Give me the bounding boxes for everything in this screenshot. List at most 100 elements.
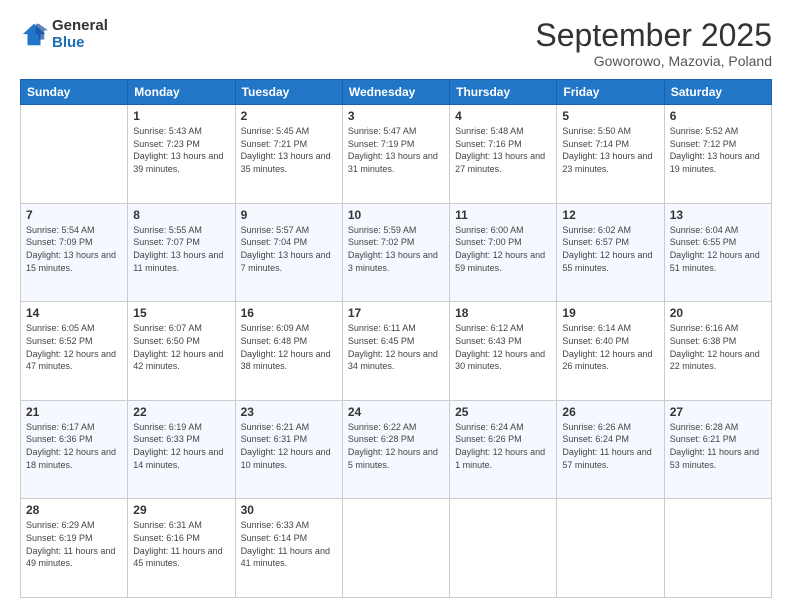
day-number: 26 (562, 405, 658, 419)
table-row: 19 Sunrise: 6:14 AMSunset: 6:40 PMDayligh… (557, 302, 664, 401)
table-row (21, 105, 128, 204)
day-info: Sunrise: 6:02 AMSunset: 6:57 PMDaylight:… (562, 224, 658, 274)
col-sunday: Sunday (21, 80, 128, 105)
day-number: 20 (670, 306, 766, 320)
table-row: 21 Sunrise: 6:17 AMSunset: 6:36 PMDayligh… (21, 400, 128, 499)
table-row: 12 Sunrise: 6:02 AMSunset: 6:57 PMDayligh… (557, 203, 664, 302)
col-tuesday: Tuesday (235, 80, 342, 105)
table-row: 22 Sunrise: 6:19 AMSunset: 6:33 PMDayligh… (128, 400, 235, 499)
header-row: Sunday Monday Tuesday Wednesday Thursday… (21, 80, 772, 105)
title-block: September 2025 Goworowo, Mazovia, Poland (535, 18, 772, 69)
logo-blue-label: Blue (52, 35, 108, 52)
calendar-week-row: 1 Sunrise: 5:43 AMSunset: 7:23 PMDaylight… (21, 105, 772, 204)
day-info: Sunrise: 6:00 AMSunset: 7:00 PMDaylight:… (455, 224, 551, 274)
table-row: 11 Sunrise: 6:00 AMSunset: 7:00 PMDayligh… (450, 203, 557, 302)
table-row: 24 Sunrise: 6:22 AMSunset: 6:28 PMDayligh… (342, 400, 449, 499)
table-row: 3 Sunrise: 5:47 AMSunset: 7:19 PMDaylight… (342, 105, 449, 204)
day-info: Sunrise: 6:22 AMSunset: 6:28 PMDaylight:… (348, 421, 444, 471)
table-row: 30 Sunrise: 6:33 AMSunset: 6:14 PMDayligh… (235, 499, 342, 598)
day-info: Sunrise: 6:16 AMSunset: 6:38 PMDaylight:… (670, 322, 766, 372)
table-row (342, 499, 449, 598)
table-row: 2 Sunrise: 5:45 AMSunset: 7:21 PMDaylight… (235, 105, 342, 204)
day-info: Sunrise: 5:59 AMSunset: 7:02 PMDaylight:… (348, 224, 444, 274)
day-number: 18 (455, 306, 551, 320)
day-info: Sunrise: 6:04 AMSunset: 6:55 PMDaylight:… (670, 224, 766, 274)
page: General Blue September 2025 Goworowo, Ma… (0, 0, 792, 612)
day-info: Sunrise: 6:11 AMSunset: 6:45 PMDaylight:… (348, 322, 444, 372)
logo-icon (20, 21, 48, 49)
calendar-location: Goworowo, Mazovia, Poland (535, 53, 772, 69)
table-row: 1 Sunrise: 5:43 AMSunset: 7:23 PMDaylight… (128, 105, 235, 204)
table-row: 5 Sunrise: 5:50 AMSunset: 7:14 PMDaylight… (557, 105, 664, 204)
day-info: Sunrise: 6:31 AMSunset: 6:16 PMDaylight:… (133, 519, 229, 569)
day-number: 4 (455, 109, 551, 123)
table-row: 28Sunrise: 6:29 AMSunset: 6:19 PMDayligh… (21, 499, 128, 598)
day-number: 24 (348, 405, 444, 419)
logo-text: General Blue (52, 18, 108, 51)
day-number: 3 (348, 109, 444, 123)
day-number: 30 (241, 503, 337, 517)
day-info: Sunrise: 6:21 AMSunset: 6:31 PMDaylight:… (241, 421, 337, 471)
day-number: 13 (670, 208, 766, 222)
day-number: 22 (133, 405, 229, 419)
day-info: Sunrise: 5:47 AMSunset: 7:19 PMDaylight:… (348, 125, 444, 175)
table-row (664, 499, 771, 598)
day-info: Sunrise: 5:45 AMSunset: 7:21 PMDaylight:… (241, 125, 337, 175)
table-row: 10 Sunrise: 5:59 AMSunset: 7:02 PMDayligh… (342, 203, 449, 302)
day-number: 15 (133, 306, 229, 320)
day-info: Sunrise: 6:33 AMSunset: 6:14 PMDaylight:… (241, 519, 337, 569)
table-row: 13 Sunrise: 6:04 AMSunset: 6:55 PMDayligh… (664, 203, 771, 302)
table-row: 18 Sunrise: 6:12 AMSunset: 6:43 PMDayligh… (450, 302, 557, 401)
table-row: 20 Sunrise: 6:16 AMSunset: 6:38 PMDayligh… (664, 302, 771, 401)
table-row: 4 Sunrise: 5:48 AMSunset: 7:16 PMDaylight… (450, 105, 557, 204)
table-row (557, 499, 664, 598)
day-info: Sunrise: 6:19 AMSunset: 6:33 PMDaylight:… (133, 421, 229, 471)
day-info: Sunrise: 6:09 AMSunset: 6:48 PMDaylight:… (241, 322, 337, 372)
day-info: Sunrise: 5:52 AMSunset: 7:12 PMDaylight:… (670, 125, 766, 175)
day-number: 2 (241, 109, 337, 123)
calendar-week-row: 21 Sunrise: 6:17 AMSunset: 6:36 PMDayligh… (21, 400, 772, 499)
table-row: 27Sunrise: 6:28 AMSunset: 6:21 PMDayligh… (664, 400, 771, 499)
day-info: Sunrise: 5:48 AMSunset: 7:16 PMDaylight:… (455, 125, 551, 175)
table-row: 14Sunrise: 6:05 AMSunset: 6:52 PMDayligh… (21, 302, 128, 401)
day-number: 11 (455, 208, 551, 222)
day-number: 1 (133, 109, 229, 123)
day-number: 5 (562, 109, 658, 123)
day-number: 7 (26, 208, 122, 222)
calendar-week-row: 7Sunrise: 5:54 AMSunset: 7:09 PMDaylight… (21, 203, 772, 302)
day-info: Sunrise: 5:57 AMSunset: 7:04 PMDaylight:… (241, 224, 337, 274)
table-row: 9Sunrise: 5:57 AMSunset: 7:04 PMDaylight… (235, 203, 342, 302)
day-number: 27 (670, 405, 766, 419)
table-row: 25Sunrise: 6:24 AMSunset: 6:26 PMDayligh… (450, 400, 557, 499)
table-row: 23 Sunrise: 6:21 AMSunset: 6:31 PMDayligh… (235, 400, 342, 499)
day-number: 19 (562, 306, 658, 320)
col-wednesday: Wednesday (342, 80, 449, 105)
table-row: 6 Sunrise: 5:52 AMSunset: 7:12 PMDaylight… (664, 105, 771, 204)
day-number: 12 (562, 208, 658, 222)
table-row: 26 Sunrise: 6:26 AMSunset: 6:24 PMDayligh… (557, 400, 664, 499)
col-saturday: Saturday (664, 80, 771, 105)
day-number: 23 (241, 405, 337, 419)
day-info: Sunrise: 5:55 AMSunset: 7:07 PMDaylight:… (133, 224, 229, 274)
day-info: Sunrise: 6:07 AMSunset: 6:50 PMDaylight:… (133, 322, 229, 372)
day-number: 28 (26, 503, 122, 517)
day-info: Sunrise: 6:12 AMSunset: 6:43 PMDaylight:… (455, 322, 551, 372)
calendar-week-row: 28Sunrise: 6:29 AMSunset: 6:19 PMDayligh… (21, 499, 772, 598)
day-number: 6 (670, 109, 766, 123)
table-row: 16 Sunrise: 6:09 AMSunset: 6:48 PMDayligh… (235, 302, 342, 401)
day-info: Sunrise: 5:50 AMSunset: 7:14 PMDaylight:… (562, 125, 658, 175)
day-number: 14 (26, 306, 122, 320)
day-info: Sunrise: 6:14 AMSunset: 6:40 PMDaylight:… (562, 322, 658, 372)
table-row: 8 Sunrise: 5:55 AMSunset: 7:07 PMDaylight… (128, 203, 235, 302)
day-info: Sunrise: 6:24 AMSunset: 6:26 PMDaylight:… (455, 421, 551, 471)
day-info: Sunrise: 5:43 AMSunset: 7:23 PMDaylight:… (133, 125, 229, 175)
table-row: 7Sunrise: 5:54 AMSunset: 7:09 PMDaylight… (21, 203, 128, 302)
logo: General Blue (20, 18, 108, 51)
day-number: 16 (241, 306, 337, 320)
calendar-table: Sunday Monday Tuesday Wednesday Thursday… (20, 79, 772, 598)
day-info: Sunrise: 6:26 AMSunset: 6:24 PMDaylight:… (562, 421, 658, 471)
day-info: Sunrise: 6:17 AMSunset: 6:36 PMDaylight:… (26, 421, 122, 471)
day-number: 8 (133, 208, 229, 222)
day-number: 10 (348, 208, 444, 222)
day-number: 21 (26, 405, 122, 419)
